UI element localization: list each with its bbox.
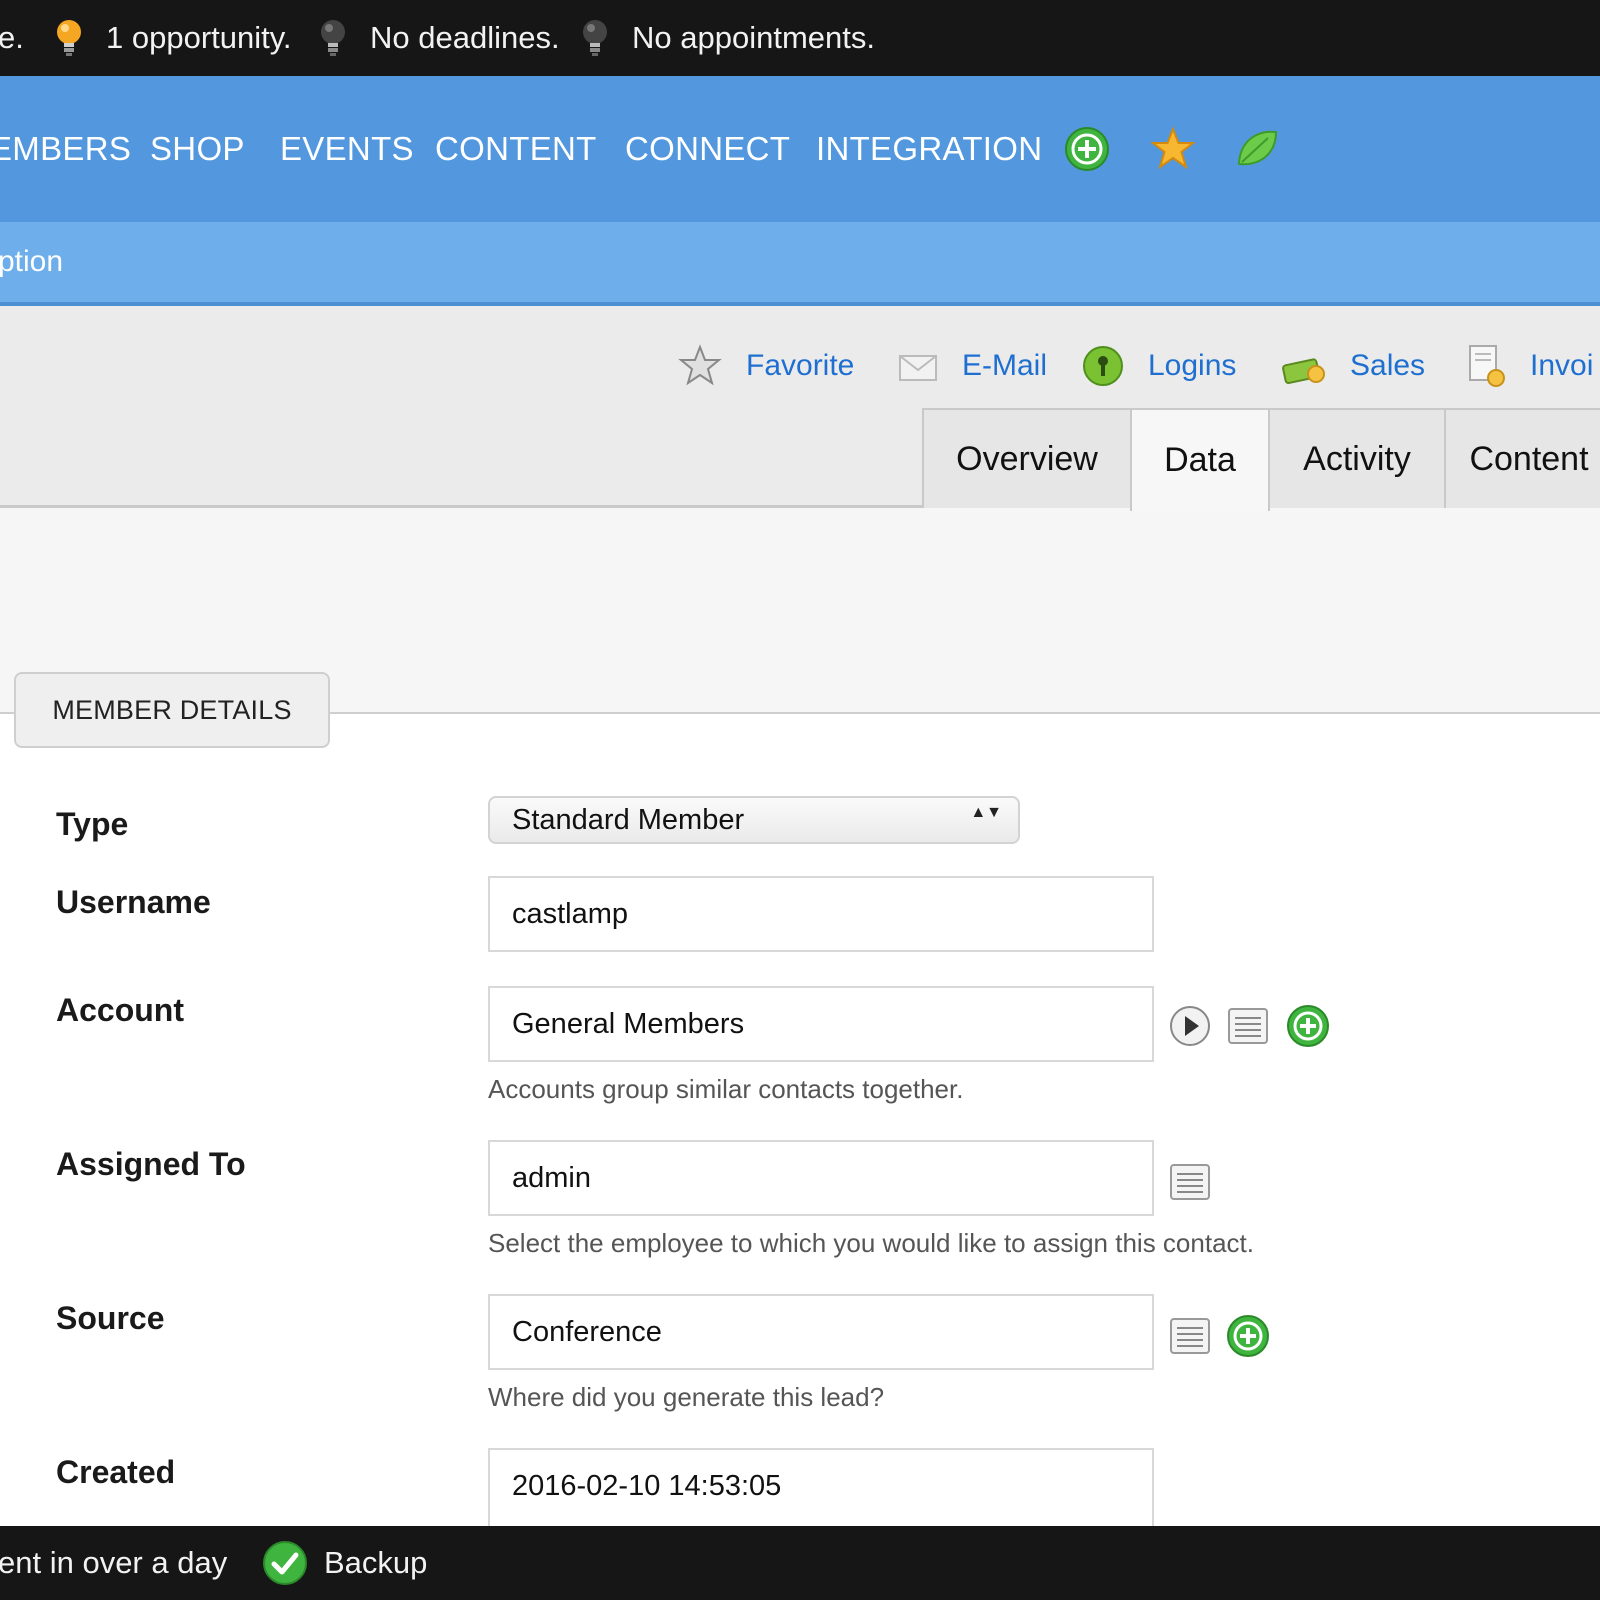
created-label: Created	[56, 1454, 176, 1490]
play-icon[interactable]	[1168, 1004, 1212, 1048]
source-label: Source	[56, 1300, 165, 1336]
username-label: Username	[56, 884, 211, 920]
nav-item-shop[interactable]: SHOP	[150, 76, 245, 222]
invoice-icon	[1469, 345, 1505, 387]
add-icon[interactable]	[1226, 1314, 1270, 1358]
leaf-icon[interactable]	[1234, 126, 1280, 172]
account-label: Account	[56, 992, 184, 1028]
star-icon[interactable]	[1150, 126, 1196, 172]
assigned-to-help: Select the employee to which you would l…	[488, 1228, 1254, 1258]
status-appointments[interactable]: No appointments.	[580, 0, 875, 76]
tab-activity[interactable]: Activity	[1268, 408, 1446, 508]
sub-nav-label[interactable]: ption	[0, 222, 63, 302]
status-opportunities[interactable]: 1 opportunity.	[54, 0, 292, 76]
bottom-status-bar: ent in over a day Backup	[0, 1526, 1600, 1600]
lightbulb-lit-icon	[57, 20, 81, 56]
section-member-details[interactable]: MEMBER DETAILS	[14, 672, 330, 748]
plus-circle-icon[interactable]	[1064, 126, 1110, 172]
status-deadlines[interactable]: No deadlines.	[318, 0, 560, 76]
source-help: Where did you generate this lead?	[488, 1382, 885, 1412]
favorite-action[interactable]: Favorite	[678, 336, 854, 396]
envelope-icon	[899, 355, 937, 381]
sales-action[interactable]: Sales	[1282, 336, 1425, 396]
lightbulb-off-icon	[321, 20, 345, 56]
account-help: Accounts group similar contacts together…	[488, 1074, 964, 1104]
nav-item-connect[interactable]: CONNECT	[625, 76, 790, 222]
nav-item-members[interactable]: EMBERS	[0, 76, 131, 222]
email-action[interactable]: E-Mail	[898, 336, 1047, 396]
list-icon[interactable]	[1168, 1314, 1212, 1358]
select-arrows-icon: ▲▼	[970, 804, 1002, 821]
type-select[interactable]: Standard Member ▲▼	[488, 796, 1020, 844]
list-icon[interactable]	[1226, 1004, 1270, 1048]
check-circle-icon	[263, 1541, 307, 1585]
nav-item-integration[interactable]: INTEGRATION	[816, 76, 1042, 222]
tab-data[interactable]: Data	[1130, 408, 1270, 511]
nav-item-content[interactable]: CONTENT	[435, 76, 597, 222]
created-field[interactable]: 2016-02-10 14:53:05	[488, 1448, 1154, 1528]
logins-action[interactable]: Logins	[1082, 336, 1236, 396]
key-icon	[1083, 346, 1123, 386]
type-select-value: Standard Member	[512, 804, 745, 836]
backup-status[interactable]: Backup	[324, 1526, 427, 1600]
status-truncated: e.	[0, 20, 24, 55]
list-icon[interactable]	[1168, 1160, 1212, 1204]
source-field[interactable]: Conference	[488, 1294, 1154, 1370]
account-field[interactable]: General Members	[488, 986, 1154, 1062]
nav-item-events[interactable]: EVENTS	[280, 76, 414, 222]
add-icon[interactable]	[1286, 1004, 1330, 1048]
username-field[interactable]: castlamp	[488, 876, 1154, 952]
sub-nav: ption	[0, 222, 1600, 306]
tab-overview[interactable]: Overview	[922, 408, 1132, 508]
record-toolbar: Favorite E-Mail Logins Sales Invoi Overv…	[0, 306, 1600, 511]
type-label: Type	[56, 806, 129, 842]
money-icon	[1282, 358, 1325, 384]
star-outline-icon	[678, 344, 722, 386]
status-bar: e. 1 opportunity. No deadlines. No appoi…	[0, 0, 1600, 76]
assigned-to-field[interactable]: admin	[488, 1140, 1154, 1216]
lightbulb-off-icon	[583, 20, 607, 56]
assigned-to-label: Assigned To	[56, 1146, 246, 1182]
invoices-action[interactable]: Invoi	[1466, 336, 1593, 396]
bottom-status-message: ent in over a day	[0, 1545, 228, 1580]
main-nav: EMBERS SHOP EVENTS CONTENT CONNECT INTEG…	[0, 76, 1600, 222]
tab-content[interactable]: Content	[1444, 408, 1600, 508]
